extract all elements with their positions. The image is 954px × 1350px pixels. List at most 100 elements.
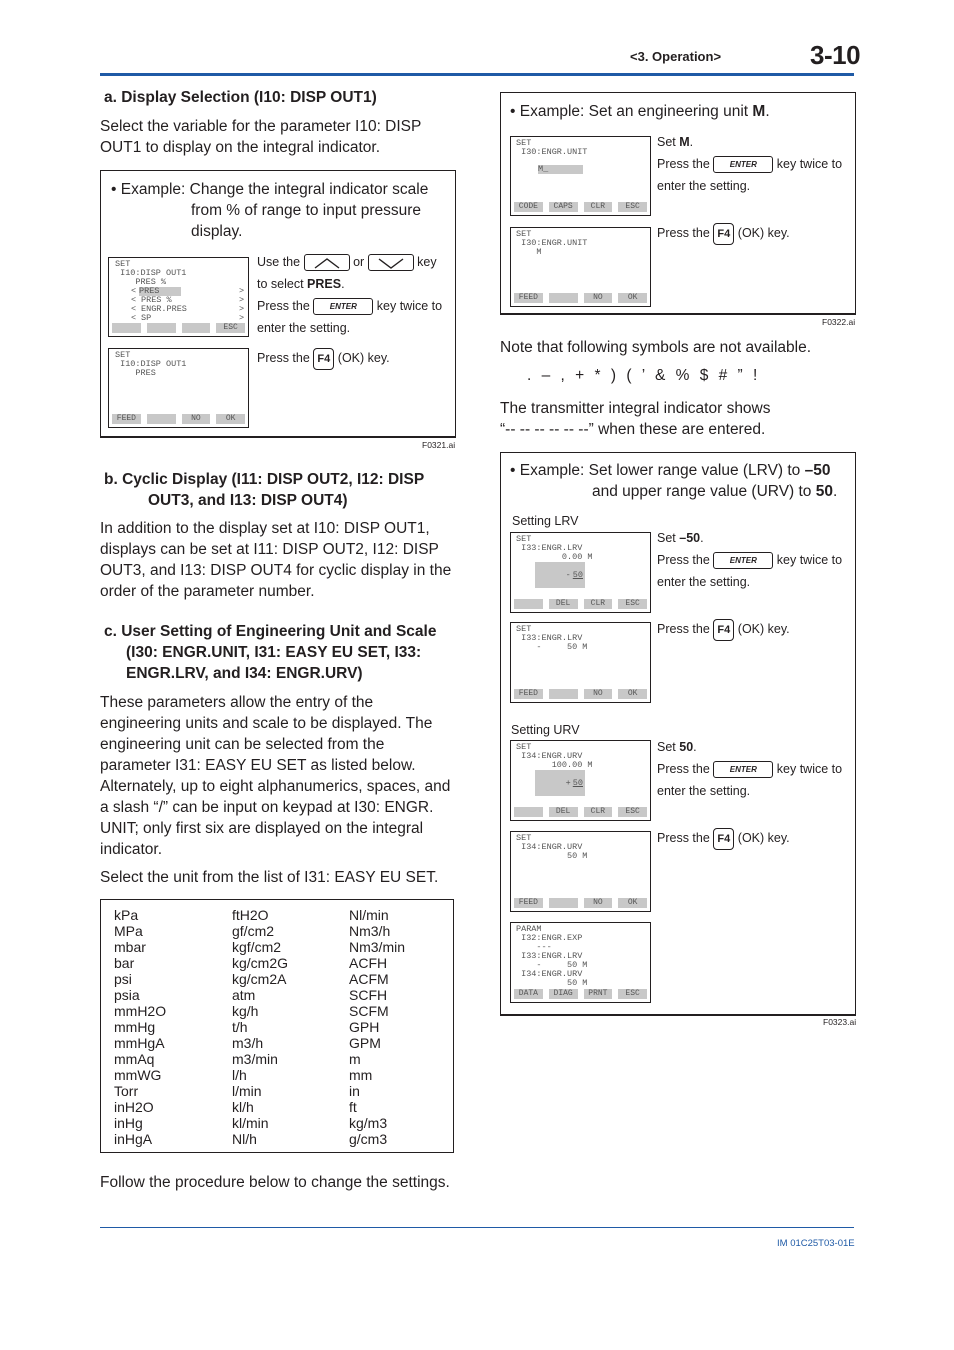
enter-key[interactable]: ENTER [713, 156, 774, 174]
lcd-option[interactable]: SP [141, 314, 151, 323]
softkey-f2[interactable] [548, 689, 578, 699]
softkey-f1[interactable]: FEED [514, 898, 543, 908]
note-shows: The transmitter integral indicator shows… [500, 400, 771, 438]
figure-rule [100, 437, 456, 438]
unit-item: inH2O [114, 1099, 154, 1115]
units-table: kPa MPa mbar bar psi psia mmH2O mmHg mmHgA mmAq mm… [100, 899, 454, 1153]
softkey-f1[interactable] [112, 323, 141, 333]
lcd-lrv-input[interactable]: -50 [535, 562, 585, 589]
section-b-body: In addition to the display set at I10: D… [100, 520, 452, 600]
f4-key[interactable]: F4 [713, 222, 735, 245]
lcd-softkeys: ESC [112, 323, 245, 333]
unit-item: kg/cm2G [232, 955, 289, 971]
softkey-f3[interactable]: NO [583, 293, 613, 303]
unit-item: l/h [232, 1067, 247, 1083]
lcd-unit-input[interactable]: M_ [538, 165, 583, 174]
softkey-f2[interactable] [146, 414, 176, 424]
softkey-f1[interactable] [514, 807, 543, 817]
lcd-line: 100.00 M [516, 760, 593, 770]
lcd-option-left-arrow: < [131, 313, 137, 323]
example-box-disp-out1: • Example: Change the integral indicator… [100, 170, 456, 437]
softkey-f2[interactable]: DEL [548, 807, 578, 817]
softkey-f4[interactable]: ESC [618, 989, 647, 999]
instruction-ok: Press the F4 (OK) key. [657, 222, 790, 245]
softkey-f3[interactable]: PRNT [583, 989, 613, 999]
softkey-f1[interactable]: FEED [514, 689, 543, 699]
enter-key[interactable]: ENTER [713, 552, 774, 570]
softkey-f2[interactable]: DIAG [548, 989, 578, 999]
softkey-f3[interactable]: CLR [583, 599, 613, 609]
softkey-f1[interactable] [514, 599, 543, 609]
setting-urv-label: Setting URV [511, 723, 580, 737]
f4-key[interactable]: F4 [713, 827, 735, 850]
lcd-softkeys: FEED NO OK [514, 689, 647, 699]
unit-item: kPa [114, 907, 139, 923]
lcd-screen-confirm-lrv: SET I33:ENGR.LRV - 50 M FEED NO OK [510, 622, 651, 703]
units-column-1: kPa MPa mbar bar psi psia mmH2O mmHg mmHgA mmAq mm… [114, 907, 166, 1147]
softkey-f2[interactable] [548, 293, 578, 303]
unit-item: mmAq [114, 1051, 155, 1067]
section-a-title: a. Display Selection (I10: DISP OUT1) [104, 89, 377, 106]
unavailable-symbols: . – , + * ) ( ’ & % $ # ” ! [527, 367, 761, 384]
figure-caption: F0323.ai [823, 1017, 857, 1027]
lcd-line: 50 M [516, 851, 588, 861]
example-box-range: • Example: Set lower range value (LRV) t… [500, 452, 856, 1015]
softkey-f4[interactable]: OK [618, 689, 647, 699]
unit-item: psia [114, 987, 140, 1003]
instruction-select: Use the or key to select PRES. Press the… [257, 254, 443, 335]
softkey-f3[interactable]: NO [181, 414, 211, 424]
instruction-set-lrv: Set –50. Press the ENTER key twice to en… [657, 531, 843, 589]
softkey-f1[interactable]: CODE [514, 202, 543, 212]
softkey-f2[interactable]: DEL [548, 599, 578, 609]
softkey-f1[interactable]: DATA [514, 989, 543, 999]
f4-key[interactable]: F4 [713, 618, 735, 641]
section-c-title: c. User Setting of Engineering Unit and … [104, 623, 437, 682]
softkey-f2[interactable] [548, 898, 578, 908]
lcd-softkeys: CODE CAPS CLR ESC [514, 202, 647, 212]
unit-item: ft [349, 1099, 357, 1115]
lcd-urv-input[interactable]: +50 [535, 770, 585, 797]
lcd-line: 50 M [516, 978, 588, 988]
lcd-screen-confirm-urv: SET I34:ENGR.URV 50 M FEED NO OK [510, 831, 651, 912]
unit-item: ACFM [349, 971, 389, 987]
softkey-f3[interactable]: NO [583, 689, 613, 699]
unit-item: inHg [114, 1115, 143, 1131]
setting-lrv-label: Setting LRV [512, 514, 579, 528]
down-arrow-key[interactable] [367, 254, 414, 272]
chevron-down-icon [378, 258, 404, 270]
softkey-f4[interactable]: OK [216, 414, 245, 424]
softkey-f3[interactable] [181, 323, 211, 333]
instruction-ok-urv: Press the F4 (OK) key. [657, 827, 790, 850]
softkey-f4[interactable]: ESC [618, 599, 647, 609]
figure-caption: F0322.ai [822, 317, 856, 327]
unit-item: SCFM [349, 1003, 389, 1019]
softkey-f2[interactable] [146, 323, 176, 333]
softkey-f3[interactable]: NO [583, 898, 613, 908]
f4-key[interactable]: F4 [313, 347, 335, 370]
enter-key[interactable]: ENTER [713, 761, 774, 779]
lcd-screen-param-summary: PARAM I32:ENGR.EXP --- I33:ENGR.LRV - 50… [510, 922, 651, 1003]
softkey-f2[interactable]: CAPS [548, 202, 578, 212]
lcd-softkeys: FEED NO OK [514, 898, 647, 908]
instruction-ok-lrv: Press the F4 (OK) key. [657, 618, 790, 641]
softkey-f4[interactable]: ESC [618, 807, 647, 817]
softkey-f4[interactable]: OK [618, 293, 647, 303]
unit-item: SCFH [349, 987, 388, 1003]
softkey-f4[interactable]: ESC [618, 202, 647, 212]
softkey-f4[interactable]: OK [618, 898, 647, 908]
figure-caption: F0321.ai [422, 440, 456, 450]
figure-rule [500, 314, 856, 315]
enter-key[interactable]: ENTER [313, 298, 374, 316]
softkey-f1[interactable]: FEED [514, 293, 543, 303]
footer-rule [100, 1227, 854, 1228]
softkey-f3[interactable]: CLR [583, 202, 613, 212]
softkey-f1[interactable]: FEED [112, 414, 141, 424]
up-arrow-key[interactable] [303, 254, 350, 272]
figure-rule [500, 1015, 856, 1016]
unit-item: Nl/h [232, 1131, 257, 1147]
unit-item: mm [349, 1067, 373, 1083]
unit-item: bar [114, 955, 135, 971]
softkey-f4[interactable]: ESC [216, 323, 245, 333]
example-title: • Example: Change the integral indicator… [111, 181, 429, 240]
softkey-f3[interactable]: CLR [583, 807, 613, 817]
